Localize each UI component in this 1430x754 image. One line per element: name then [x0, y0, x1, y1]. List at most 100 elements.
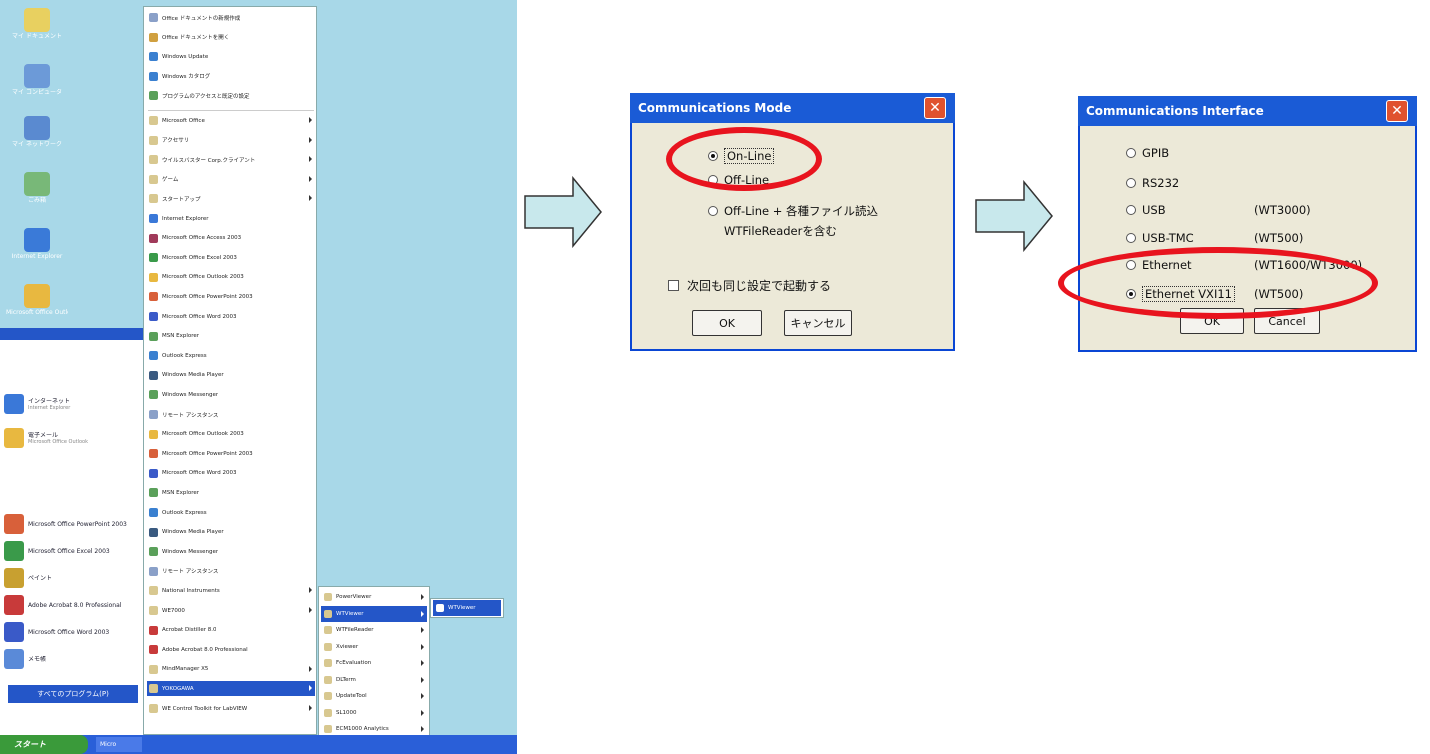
cancel-button[interactable]: キャンセル [784, 310, 852, 336]
program-menu-label: Microsoft Office Word 2003 [162, 313, 237, 320]
interface-radio-option[interactable]: GPIB [1126, 146, 1169, 160]
program-menu-item[interactable]: スタートアップ [147, 191, 315, 206]
program-menu-item[interactable]: Adobe Acrobat 8.0 Professional [147, 642, 315, 657]
recent-program[interactable]: ペイント [4, 566, 140, 590]
chevron-right-icon [421, 627, 424, 633]
yokogawa-submenu-item[interactable]: WTViewer [321, 605, 427, 622]
program-menu-label: Office ドキュメントの新規作成 [162, 15, 241, 22]
program-menu-item[interactable]: アクセサリ [147, 133, 315, 148]
all-programs-menu: Office ドキュメントの新規作成 Office ドキュメントを開く Window… [143, 6, 317, 735]
desktop-icon[interactable]: Microsoft Office Outlook [6, 284, 68, 317]
checkbox-label: 次回も同じ設定で起動する [687, 279, 832, 293]
program-menu-item[interactable]: National Instruments [147, 583, 315, 598]
program-menu-item[interactable]: Microsoft Office Outlook 2003 [147, 427, 315, 442]
program-menu-item[interactable]: Microsoft Office Excel 2003 [147, 250, 315, 265]
program-menu-item[interactable]: MindManager X5 [147, 662, 315, 677]
wtviewer-launch-item[interactable]: WTViewer [433, 600, 501, 616]
pinned-program[interactable]: 電子メール Microsoft Office Outlook [4, 426, 140, 450]
program-menu-item[interactable]: WE Control Toolkit for LabVIEW [147, 701, 315, 716]
radio-offline-files[interactable]: Off-Line + 各種ファイル読込 [708, 203, 878, 219]
program-menu-item[interactable]: ウイルスバスター Corp.クライアント [147, 152, 315, 167]
program-menu-label: Windows Media Player [162, 372, 224, 379]
yokogawa-submenu-item[interactable]: DLTerm [321, 672, 427, 688]
program-menu-label: Internet Explorer [162, 215, 209, 222]
start-button[interactable]: スタート [0, 735, 88, 754]
program-menu-item[interactable]: Acrobat Distiller 8.0 [147, 623, 315, 638]
desktop-icon[interactable]: Internet Explorer [6, 228, 68, 261]
close-icon[interactable]: ✕ [924, 97, 946, 119]
program-menu-item[interactable]: WE7000 [147, 603, 315, 618]
program-menu-item[interactable]: Microsoft Office Word 2003 [147, 309, 315, 324]
program-menu-label: Adobe Acrobat 8.0 Professional [162, 646, 248, 653]
program-menu-item[interactable]: YOKOGAWA [147, 681, 315, 697]
program-menu-item[interactable]: Microsoft Office Access 2003 [147, 231, 315, 246]
radio-button[interactable] [1126, 205, 1136, 215]
program-menu-item[interactable]: Internet Explorer [147, 211, 315, 226]
pinned-program[interactable]: インターネット Internet Explorer [4, 392, 140, 416]
yokogawa-submenu-item[interactable]: PowerViewer [321, 589, 427, 605]
program-menu-item[interactable]: Windows Media Player [147, 368, 315, 383]
close-icon[interactable]: ✕ [1386, 100, 1408, 122]
remember-setting-checkbox-row[interactable]: 次回も同じ設定で起動する [668, 277, 831, 294]
yokogawa-submenu-item[interactable]: FcEvaluation [321, 655, 427, 671]
program-menu-item[interactable]: Windows Update [147, 49, 315, 64]
desktop-icon[interactable]: マイ ネットワーク [6, 116, 68, 149]
program-menu-item[interactable]: Windows カタログ [147, 69, 315, 84]
recent-program[interactable]: メモ帳 [4, 647, 140, 671]
chevron-right-icon [421, 693, 424, 699]
desktop-icon[interactable]: マイ コンピュータ [6, 64, 68, 97]
radio-button[interactable] [1126, 233, 1136, 243]
program-menu-item[interactable]: リモート アシスタンス [147, 407, 315, 422]
radio-button[interactable] [1126, 178, 1136, 188]
radio-button[interactable] [708, 206, 718, 216]
desktop-icon-label: マイ ドキュメント [12, 33, 62, 40]
program-menu-item[interactable]: Windows Messenger [147, 387, 315, 402]
program-menu-item[interactable]: MSN Explorer [147, 329, 315, 344]
program-menu-label: WE7000 [162, 607, 185, 614]
program-menu-item[interactable]: Windows Messenger [147, 544, 315, 559]
program-menu-item[interactable]: Office ドキュメントを開く [147, 30, 315, 45]
submenu-label: DLTerm [336, 676, 356, 683]
ok-button[interactable]: OK [692, 310, 762, 336]
recent-program[interactable]: Microsoft Office Excel 2003 [4, 539, 140, 563]
recent-program[interactable]: Microsoft Office Word 2003 [4, 620, 140, 644]
program-menu-label: WE Control Toolkit for LabVIEW [162, 705, 248, 712]
desktop-icon[interactable]: ごみ箱 [6, 172, 68, 205]
program-menu-item[interactable]: Microsoft Office PowerPoint 2003 [147, 446, 315, 461]
interface-radio-option[interactable]: USB (WT3000) [1126, 203, 1311, 217]
checkbox[interactable] [668, 280, 679, 291]
yokogawa-submenu-item[interactable]: SL1000 [321, 705, 427, 721]
recent-program[interactable]: Adobe Acrobat 8.0 Professional [4, 593, 140, 617]
program-menu-item[interactable]: リモート アシスタンス [147, 564, 315, 579]
folder-icon [324, 659, 332, 667]
program-menu-item[interactable]: MSN Explorer [147, 485, 315, 500]
program-menu-item[interactable]: Windows Media Player [147, 525, 315, 540]
program-menu-item[interactable]: プログラムのアクセスと既定の設定 [147, 88, 315, 103]
program-menu-item[interactable]: Outlook Express [147, 348, 315, 363]
program-icon [149, 547, 158, 557]
all-programs-button[interactable]: すべてのプログラム(P) [8, 685, 138, 703]
program-menu-item[interactable]: Office ドキュメントの新規作成 [147, 10, 315, 25]
taskbar-item[interactable]: Micro [96, 737, 142, 752]
recent-program[interactable]: Microsoft Office PowerPoint 2003 [4, 512, 140, 536]
radio-button[interactable] [1126, 148, 1136, 158]
program-menu-item[interactable]: ゲーム [147, 172, 315, 187]
program-menu-item[interactable]: Microsoft Office Word 2003 [147, 466, 315, 481]
interface-radio-option[interactable]: RS232 [1126, 176, 1179, 190]
program-menu-item[interactable]: Microsoft Office PowerPoint 2003 [147, 289, 315, 304]
program-icon [149, 351, 158, 361]
interface-radio-option[interactable]: USB-TMC (WT500) [1126, 231, 1303, 245]
yokogawa-submenu-item[interactable]: UpdateTool [321, 688, 427, 704]
desktop-icon[interactable]: マイ ドキュメント [6, 8, 68, 41]
program-menu-item[interactable]: Microsoft Office Outlook 2003 [147, 270, 315, 285]
program-icon [149, 449, 158, 459]
yokogawa-submenu-item[interactable]: WTFileReader [321, 622, 427, 638]
program-menu-item[interactable]: Outlook Express [147, 505, 315, 520]
pinned-program-text: 電子メール Microsoft Office Outlook [24, 432, 88, 445]
program-icon [149, 704, 158, 713]
program-menu-label: Windows Update [162, 53, 209, 60]
chevron-right-icon [421, 660, 424, 666]
program-menu-item[interactable]: Microsoft Office [147, 113, 315, 128]
yokogawa-submenu-item[interactable]: Xviewer [321, 639, 427, 655]
radio-label: USB [1142, 203, 1166, 217]
